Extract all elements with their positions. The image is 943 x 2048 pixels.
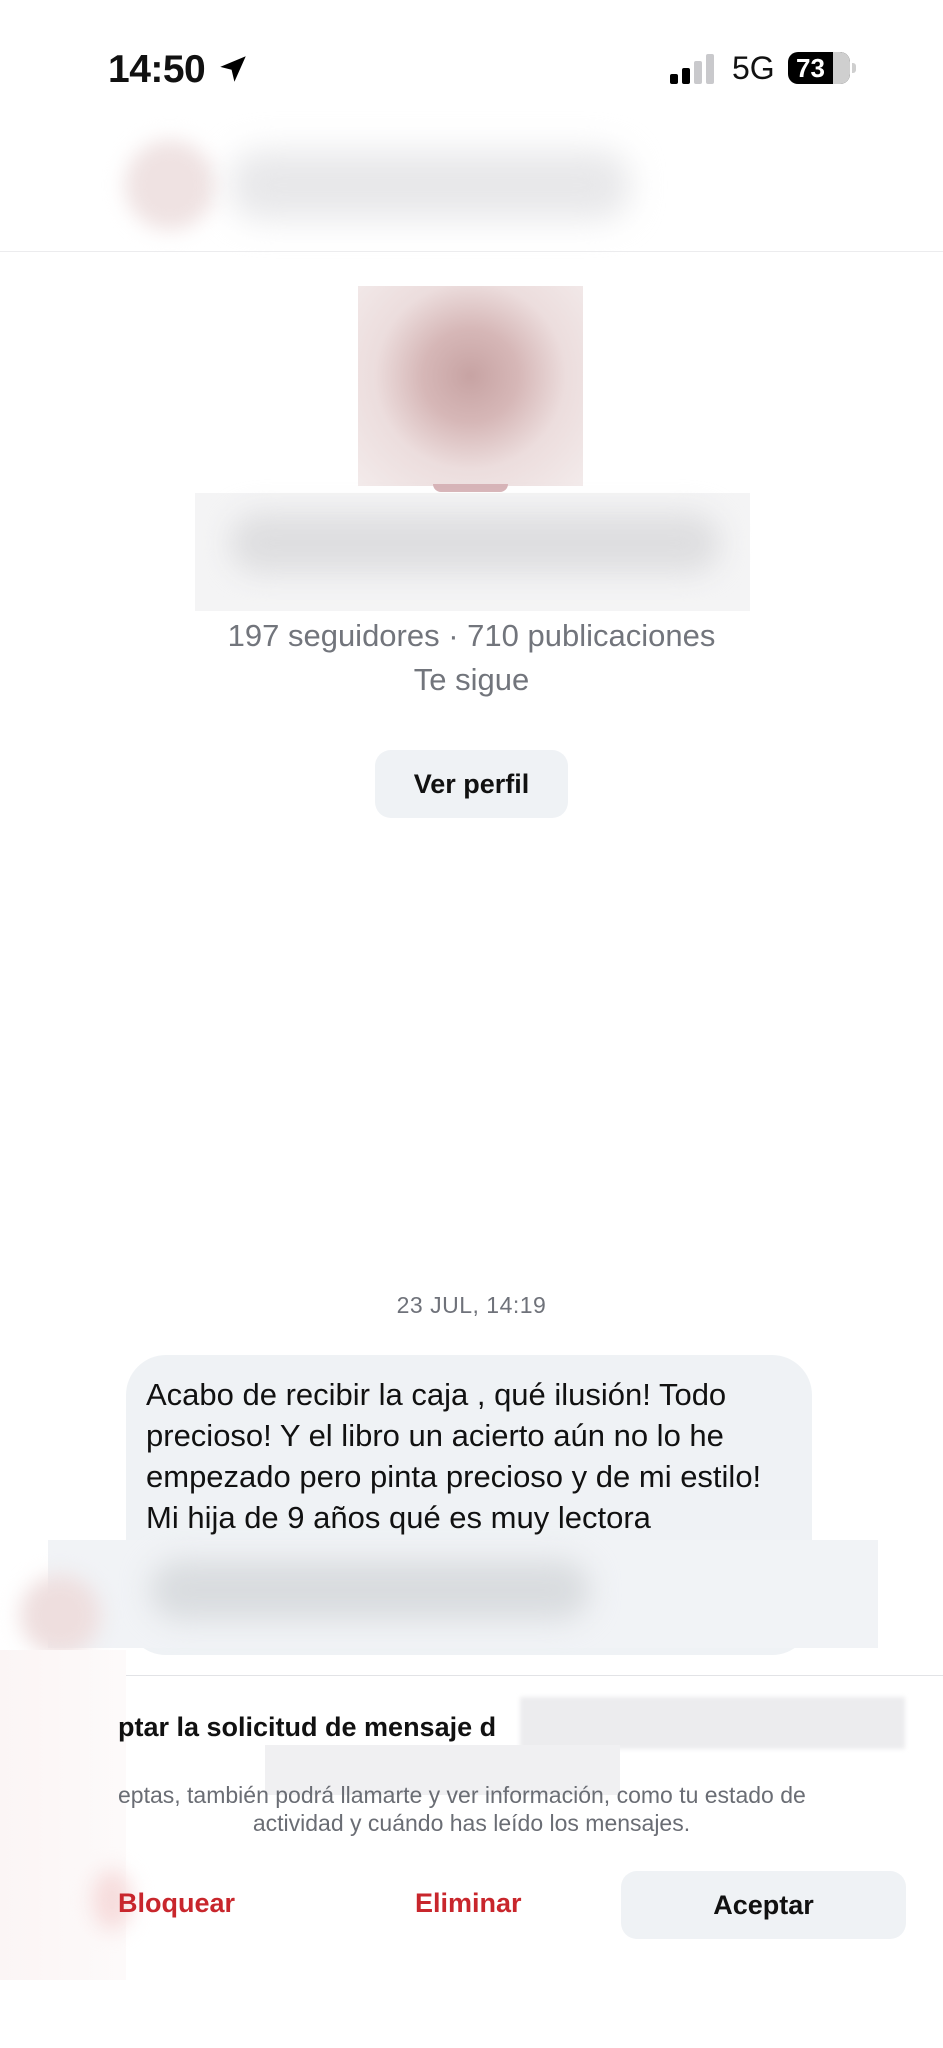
message-blurred-line <box>150 1560 590 1620</box>
header-avatar[interactable] <box>125 140 215 230</box>
header-username-blurred[interactable] <box>230 150 630 220</box>
profile-name-blurred <box>230 513 720 573</box>
request-info-line1: eptas, también podrá llamarte y ver info… <box>118 1782 806 1808</box>
profile-avatar[interactable] <box>358 286 583 486</box>
network-type: 5G <box>732 50 775 86</box>
battery-icon: 73 <box>788 52 850 84</box>
profile-avatar-edge <box>433 484 508 492</box>
message-timestamp: 23 JUL, 14:19 <box>396 1292 547 1318</box>
location-arrow-icon <box>220 56 246 82</box>
profile-stats: 197 seguidores · 710 publicaciones <box>227 618 716 653</box>
message-text: Acabo de recibir la caja , qué ilusión! … <box>146 1377 762 1535</box>
battery-cap <box>852 63 856 73</box>
request-title: ptar la solicitud de mensaje d <box>118 1712 497 1742</box>
accept-button[interactable]: Aceptar <box>621 1871 906 1939</box>
header-divider <box>0 251 943 252</box>
battery-level: 73 <box>796 53 825 83</box>
view-profile-button[interactable]: Ver perfil <box>375 750 568 818</box>
request-info-line2: actividad y cuándo has leído los mensaje… <box>252 1810 691 1836</box>
delete-button[interactable]: Eliminar <box>415 1888 522 1919</box>
sender-avatar-blurred <box>20 1575 100 1655</box>
status-time: 14:50 <box>108 48 206 91</box>
request-title-blurred <box>520 1697 905 1749</box>
signal-strength-icon <box>670 54 714 84</box>
request-divider <box>126 1675 943 1676</box>
block-button[interactable]: Bloquear <box>118 1888 235 1919</box>
follows-you-label: Te sigue <box>413 662 530 697</box>
